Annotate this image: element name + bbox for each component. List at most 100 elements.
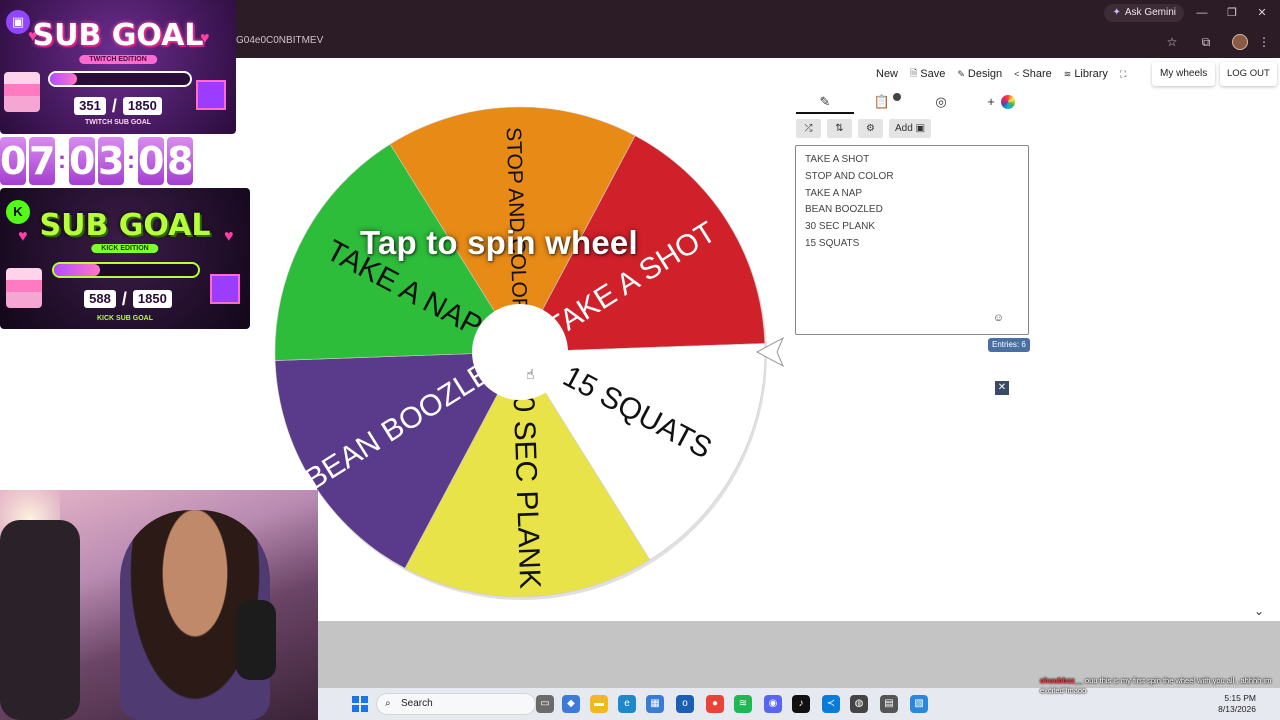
entry-line: 15 SQUATS — [805, 237, 860, 249]
wheel-hub[interactable] — [472, 304, 568, 400]
share-button[interactable]: < Share — [1014, 68, 1052, 80]
file-explorer-icon[interactable]: ▬ — [590, 695, 608, 713]
kick-current: 588 — [84, 290, 116, 308]
search-label: Search — [401, 698, 433, 709]
obs-icon[interactable]: ◍ — [850, 695, 868, 713]
shuffle-button[interactable]: ⤮ — [796, 119, 821, 138]
wheel-top-nav: New 🗎 Save ✎ Design < Share ≋ Library ⛶ — [876, 62, 1126, 86]
notes-icon[interactable]: ▤ — [880, 695, 898, 713]
active-tab-indicator — [796, 112, 854, 114]
task-view-icon[interactable]: ▭ — [536, 695, 554, 713]
entry-line: TAKE A NAP — [805, 187, 863, 199]
chevron-down-icon[interactable]: ⌄ — [1254, 604, 1264, 618]
my-wheels-button[interactable]: My wheels — [1152, 62, 1216, 86]
twitch-sub-goal-overlay: ▣ ♥ ♥ SUB GOAL TWITCH EDITION 351 / 1850… — [0, 0, 236, 134]
library-button[interactable]: ≋ Library — [1064, 68, 1108, 80]
discord-icon[interactable]: ◉ — [764, 695, 782, 713]
emoji-icon[interactable]: ☺ — [993, 312, 1004, 324]
browser-menu-icon[interactable]: ⋮ — [1256, 34, 1272, 50]
tab-results[interactable]: 📋 — [872, 92, 892, 112]
close-window-icon[interactable]: ✕ — [1248, 4, 1276, 22]
extensions-icon[interactable]: ⧉ — [1198, 34, 1214, 50]
cake-icon — [6, 268, 42, 308]
taskbar-search[interactable]: ⌕ Search — [376, 693, 536, 715]
plus-icon: + — [987, 94, 995, 109]
spotify-icon[interactable]: ≋ — [734, 695, 752, 713]
system-clock[interactable]: 5:15 PM 8/13/2026 — [1218, 693, 1256, 715]
microphone-icon — [236, 600, 276, 680]
store-icon[interactable]: ▦ — [646, 695, 664, 713]
twitch-edition-banner: TWITCH EDITION — [79, 55, 157, 64]
edge-icon[interactable]: e — [618, 695, 636, 713]
entries-textarea[interactable]: TAKE A SHOT STOP AND COLOR TAKE A NAP BE… — [795, 145, 1029, 335]
twitch-target: 1850 — [122, 97, 162, 115]
entry-line: STOP AND COLOR — [805, 170, 894, 182]
pencil-icon: ✎ — [819, 94, 831, 109]
save-button[interactable]: 🗎 Save — [910, 66, 945, 82]
close-ad-icon[interactable]: ✕ — [995, 381, 1009, 395]
tap-to-spin-text[interactable]: Tap to spin wheel — [360, 224, 680, 262]
kick-target: 1850 — [132, 290, 172, 308]
hand-cursor-icon: ☝ — [526, 366, 535, 382]
new-button[interactable]: New — [876, 68, 898, 80]
search-icon: ⌕ — [385, 698, 391, 709]
share-label: Share — [1022, 68, 1052, 80]
cake-icon — [4, 72, 40, 112]
countdown-digit: 0 — [0, 137, 27, 185]
kick-goal-progress — [52, 262, 200, 278]
twitch-goal-footer: TWITCH SUB GOAL — [84, 119, 152, 126]
tab-edit[interactable]: ✎ — [814, 92, 836, 112]
color-palette-icon[interactable] — [1001, 95, 1015, 109]
kick-goal-count: 588 / 1850 — [74, 289, 182, 309]
layers-icon: ≋ — [1063, 68, 1072, 79]
outlook-icon[interactable]: o — [676, 695, 694, 713]
chat-username: chuubbzz__ — [1040, 676, 1083, 685]
fullscreen-button[interactable]: ⛶ — [1120, 69, 1126, 80]
entry-line: BEAN BOOZLED — [805, 204, 883, 216]
results-badge — [893, 93, 901, 101]
ask-gemini-button[interactable]: ✦ Ask Gemini — [1104, 4, 1184, 22]
entry-line: TAKE A SHOT — [805, 154, 870, 165]
photos-icon[interactable]: ▧ — [910, 695, 928, 713]
kick-goal-title: SUB GOAL — [39, 208, 211, 243]
url-text[interactable]: G04e0C0NBITMEV — [236, 35, 323, 46]
sort-button[interactable]: ⇅ — [827, 119, 852, 138]
add-image-label: Add — [895, 123, 913, 134]
add-image-button[interactable]: Add ▣ — [889, 119, 932, 138]
restore-icon[interactable]: ❐ — [1218, 4, 1246, 22]
windows-start-icon[interactable] — [352, 696, 368, 712]
gift-icon — [210, 274, 240, 304]
countdown-separator: : — [127, 147, 135, 174]
tab-hidden[interactable]: ◎ — [930, 92, 952, 112]
logout-button[interactable]: LOG OUT — [1220, 62, 1277, 86]
gear-icon: ⚙ — [866, 123, 875, 134]
kick-goal-footer: KICK SUB GOAL — [97, 315, 153, 322]
entries-count-badge: Entries: 6 — [988, 338, 1030, 352]
advanced-button[interactable]: ⚙ — [858, 119, 883, 138]
count-separator: / — [111, 95, 117, 116]
kick-edition-banner: KICK EDITION — [91, 244, 159, 253]
kick-goal-fill — [54, 264, 101, 276]
ask-gemini-label: Ask Gemini — [1124, 7, 1176, 18]
minimize-icon[interactable]: — — [1188, 4, 1216, 22]
chrome-icon[interactable]: ● — [706, 695, 724, 713]
twitch-current: 351 — [74, 97, 106, 115]
vscode-icon[interactable]: ≺ — [822, 695, 840, 713]
design-button[interactable]: ✎ Design — [957, 68, 1002, 80]
new-label: New — [876, 68, 899, 80]
add-color-button[interactable]: + — [984, 92, 998, 112]
bookmark-star-icon[interactable]: ☆ — [1164, 34, 1180, 50]
countdown-digit: 0 — [69, 137, 96, 185]
shuffle-icon: ⤮ — [804, 123, 813, 134]
profile-avatar[interactable] — [1232, 34, 1248, 50]
countdown-digit: 3 — [98, 137, 125, 185]
copilot-icon[interactable]: ◆ — [562, 695, 580, 713]
clipboard-icon: 📋 — [873, 94, 891, 109]
webcam-feed — [0, 490, 318, 720]
spin-wheel[interactable]: TAKE A SHOT15 SQUATS30 SEC PLANKBEAN BOO… — [270, 100, 790, 610]
tiktok-icon[interactable]: ♪ — [792, 695, 810, 713]
clock-date: 8/13/2026 — [1218, 704, 1256, 714]
twitch-goal-fill — [50, 73, 77, 85]
share-icon: < — [1014, 69, 1020, 79]
eye-off-icon: ◎ — [935, 94, 947, 109]
